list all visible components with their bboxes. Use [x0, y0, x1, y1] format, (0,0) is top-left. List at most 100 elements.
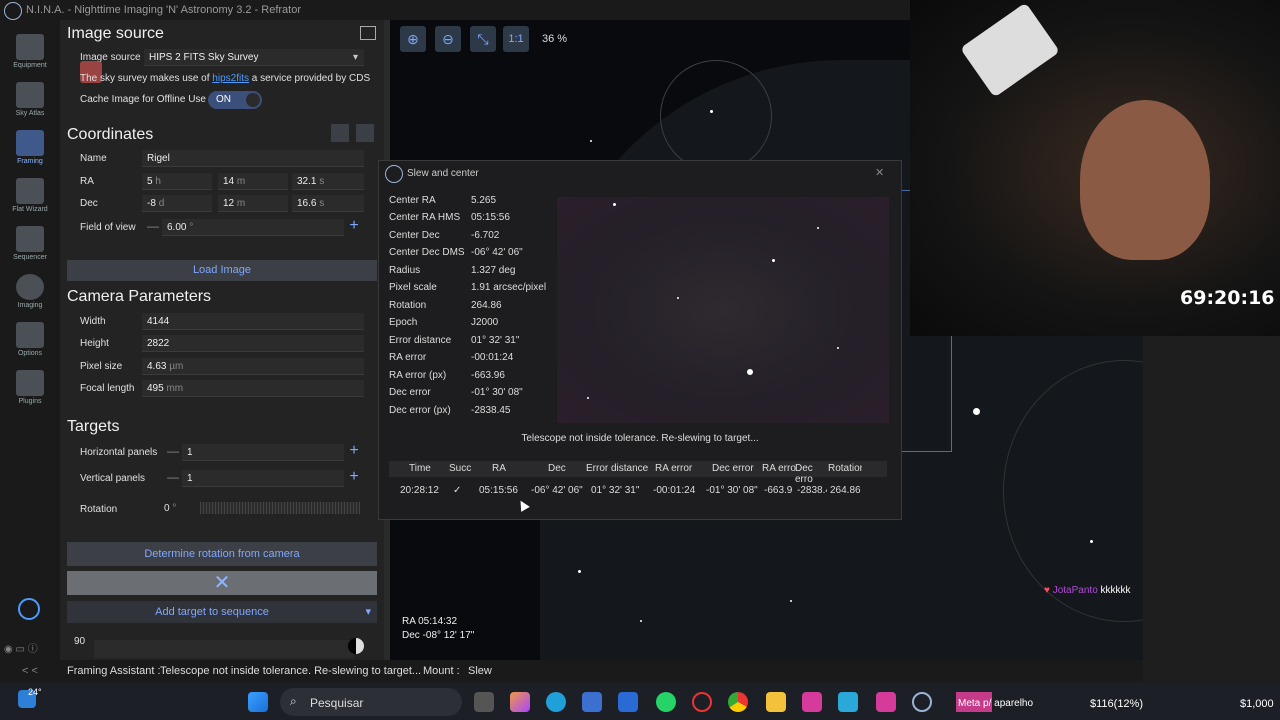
nina-taskbar-icon[interactable] [912, 692, 932, 712]
add-target-button[interactable]: Add target to sequence ▾ [67, 601, 377, 623]
determine-rotation-button[interactable]: Determine rotation from camera [67, 542, 377, 566]
col-dec-error-px[interactable]: Dec erro [795, 463, 829, 485]
collapse-button[interactable]: < < [22, 665, 38, 677]
task-view-icon[interactable] [474, 692, 494, 712]
name-label: Name [80, 153, 107, 164]
nav-framing[interactable]: Framing [0, 126, 60, 172]
cache-toggle[interactable]: ON [208, 91, 262, 109]
book-icon[interactable] [360, 26, 376, 40]
hpanels-decrement-button[interactable]: — [164, 444, 182, 458]
whatsapp-icon[interactable] [656, 692, 676, 712]
field-value: 5.265 [471, 195, 497, 206]
star [640, 620, 642, 622]
zoom-out-icon[interactable]: ⊖ [435, 26, 461, 52]
vpanels-decrement-button[interactable]: — [164, 470, 182, 484]
close-icon[interactable]: ✕ [875, 166, 884, 179]
hpanels-field[interactable]: 1 [182, 444, 344, 461]
col-dec[interactable]: Dec [548, 463, 566, 474]
nav-sky-atlas[interactable]: Sky Atlas [0, 78, 60, 124]
height-field[interactable]: 2822 [142, 335, 364, 352]
app-icon-2[interactable] [838, 692, 858, 712]
focal-length-field[interactable]: 495 mm [142, 380, 364, 397]
app-icon-3[interactable] [876, 692, 896, 712]
cancel-icon[interactable]: ✕ [67, 571, 377, 595]
dec-degrees-field[interactable]: -8 d [142, 195, 212, 212]
nav-imaging[interactable]: Imaging [0, 270, 60, 316]
rotation-value[interactable]: 0 ° [164, 503, 176, 514]
nav-sequencer[interactable]: Sequencer [0, 222, 60, 268]
width-field[interactable]: 4144 [142, 313, 364, 330]
streamer-image [1080, 100, 1210, 260]
goal-progress: $116(12%) [1090, 698, 1143, 710]
zoom-in-icon[interactable]: ⊕ [400, 26, 426, 52]
nav-footer-icons[interactable]: ◉ ▭ ⓘ [4, 640, 56, 655]
col-rotation[interactable]: Rotation [828, 463, 862, 474]
vpanels-label: Vertical panels [80, 473, 146, 484]
field-value: 264.86 [471, 300, 502, 311]
ra-seconds-field[interactable]: 32.1 s [292, 173, 364, 190]
field-value: 05:15:56 [471, 212, 510, 223]
fov-field[interactable]: 6.00 ° [162, 219, 344, 236]
copilot-icon[interactable] [510, 692, 530, 712]
height-label: Height [80, 338, 109, 349]
ra-hours-field[interactable]: 5 h [142, 173, 212, 190]
vpanels-field[interactable]: 1 [182, 470, 344, 487]
load-image-button[interactable]: Load Image [67, 260, 377, 281]
store-icon[interactable] [582, 692, 602, 712]
nav-options[interactable]: Options [0, 318, 60, 364]
one-to-one-button[interactable]: 1:1 [503, 26, 529, 52]
dec-seconds-field[interactable]: 16.6 s [292, 195, 364, 212]
col-time[interactable]: Time [409, 463, 431, 474]
hpanels-increment-button[interactable]: + [344, 442, 364, 460]
chrome-icon[interactable] [728, 692, 748, 712]
nav-flat-wizard[interactable]: Flat Wizard [0, 174, 60, 220]
success-check-icon: ✓ [453, 485, 462, 496]
folder-icon[interactable] [766, 692, 786, 712]
targets-heading: Targets [67, 418, 120, 435]
field-label: Error distance [389, 335, 452, 346]
opera-icon[interactable] [692, 692, 712, 712]
vpanels-increment-button[interactable]: + [344, 468, 364, 486]
nav-equipment[interactable]: Equipment [0, 30, 60, 76]
ra-minutes-field[interactable]: 14 m [218, 173, 288, 190]
title-bar: N.I.N.A. - Nighttime Imaging 'N' Astrono… [0, 0, 910, 20]
contrast-icon[interactable] [348, 638, 364, 654]
framing-panel: Image source Image source HIPS 2 FITS Sk… [60, 20, 390, 668]
cache-label: Cache Image for Offline Use [80, 94, 206, 105]
hips2fits-link[interactable]: hips2fits [212, 73, 249, 84]
window-title: N.I.N.A. - Nighttime Imaging 'N' Astrono… [26, 4, 302, 16]
pixel-size-field[interactable]: 4.63 µm [142, 358, 364, 375]
sky-atlas-icon [16, 82, 44, 108]
fov-increment-button[interactable]: + [344, 217, 364, 235]
chevron-down-icon[interactable]: ▾ [365, 601, 371, 623]
status-bar: < < Framing Assistant : Telescope not in… [0, 660, 1143, 682]
col-success[interactable]: Succ [449, 463, 471, 474]
obs-app-icon[interactable] [802, 692, 822, 712]
fov-decrement-button[interactable]: — [144, 219, 162, 236]
start-icon[interactable] [248, 692, 268, 712]
location-pin-icon[interactable] [356, 124, 374, 142]
field-label: Dec error (px) [389, 405, 451, 416]
col-ra-error[interactable]: RA error [655, 463, 692, 474]
sky-survey-note: The sky survey makes use of hips2fits a … [80, 73, 371, 84]
power-icon[interactable] [18, 598, 40, 620]
app-icon[interactable] [618, 692, 638, 712]
name-field[interactable]: Rigel [142, 150, 364, 167]
opacity-slider[interactable] [94, 640, 354, 658]
field-value: -06° 42' 06" [471, 247, 523, 258]
nav-plugins[interactable]: Plugins [0, 366, 60, 412]
puzzle-icon [16, 370, 44, 396]
image-source-select[interactable]: HIPS 2 FITS Sky Survey ▾ [144, 49, 364, 66]
telescope-sync-icon[interactable] [331, 124, 349, 142]
rotation-slider[interactable] [200, 502, 360, 514]
search-box[interactable]: ⌕ Pesquisar [280, 688, 462, 716]
telescope-icon [16, 34, 44, 60]
col-ra[interactable]: RA [492, 463, 506, 474]
fit-icon[interactable]: ⤡ [470, 26, 496, 52]
dec-minutes-field[interactable]: 12 m [218, 195, 288, 212]
col-error-distance[interactable]: Error distance [586, 463, 648, 474]
col-dec-error[interactable]: Dec error [712, 463, 754, 474]
col-ra-error-px[interactable]: RA erro [762, 463, 796, 474]
search-icon: ⌕ [290, 694, 297, 708]
edge-icon[interactable] [546, 692, 566, 712]
